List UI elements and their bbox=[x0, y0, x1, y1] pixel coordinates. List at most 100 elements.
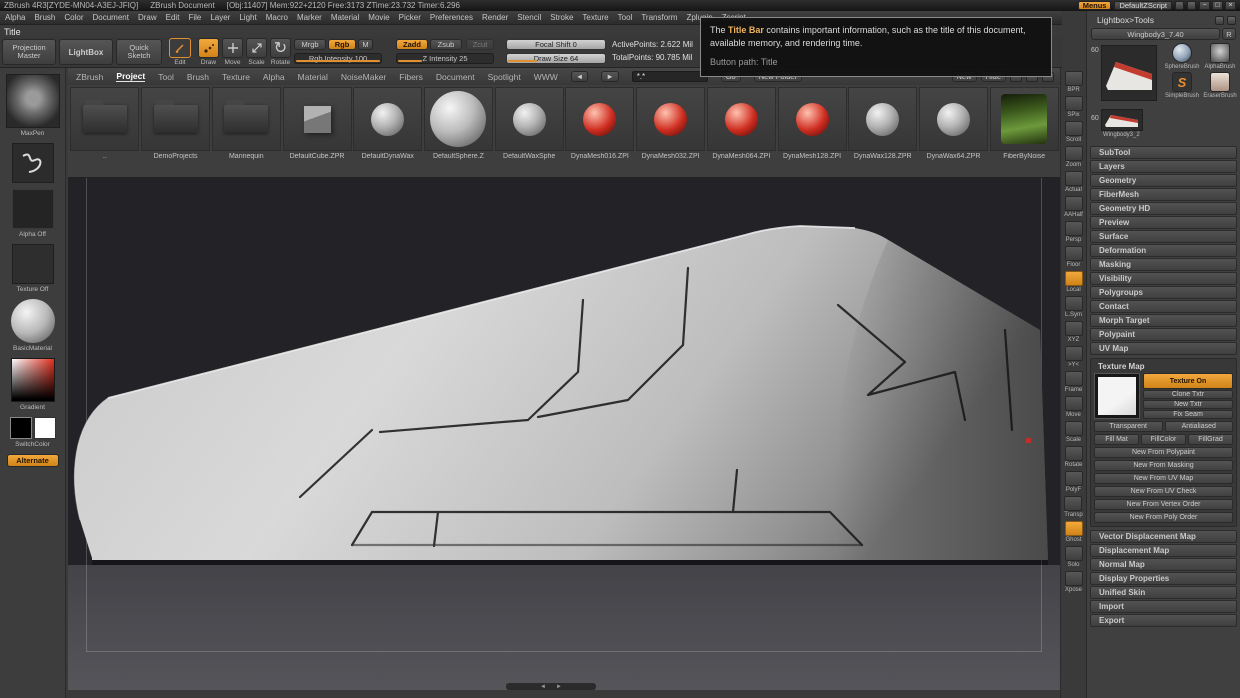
palette-section-header[interactable]: Visibility bbox=[1090, 272, 1237, 285]
current-tool-thumbnail[interactable] bbox=[1101, 45, 1157, 101]
focal-shift-slider[interactable]: Focal Shift 0 bbox=[506, 39, 606, 50]
menu-item[interactable]: Color bbox=[64, 13, 83, 22]
lightbox-item[interactable]: DefaultWaxSphe bbox=[494, 87, 564, 160]
zcut-button[interactable]: Zcut bbox=[466, 39, 494, 50]
menu-item[interactable]: Macro bbox=[266, 13, 288, 22]
lightbox-toggle-button[interactable]: LightBox bbox=[59, 39, 113, 65]
alternate-button[interactable]: Alternate bbox=[6, 454, 59, 467]
texture-toggle-button[interactable]: Transparent bbox=[1094, 421, 1163, 432]
lightbox-item[interactable]: DefaultCube.ZPR bbox=[282, 87, 352, 160]
right-shelf-button[interactable]: Frame bbox=[1064, 371, 1083, 393]
palette-section-header[interactable]: Unified Skin bbox=[1090, 586, 1237, 599]
texture-selector[interactable]: Texture Off bbox=[11, 244, 54, 293]
right-shelf-button[interactable]: Local bbox=[1064, 271, 1083, 293]
menu-item[interactable]: Movie bbox=[368, 13, 389, 22]
new-from-button[interactable]: New From Masking bbox=[1094, 460, 1233, 471]
palette-section-header[interactable]: Contact bbox=[1090, 300, 1237, 313]
new-from-button[interactable]: New From Vertex Order bbox=[1094, 499, 1233, 510]
draw-size-slider[interactable]: Draw Size 64 bbox=[506, 53, 606, 64]
canvas-scrollbar[interactable]: ◄ ► bbox=[506, 683, 596, 690]
quickpick-tool[interactable]: Wingbody3_2 bbox=[1101, 109, 1143, 138]
palette-pin-icon[interactable] bbox=[1227, 15, 1236, 25]
lightbox-item[interactable]: Mannequin bbox=[211, 87, 281, 160]
rgb-intensity-slider[interactable]: Rgb Intensity 100 bbox=[294, 53, 382, 64]
right-shelf-button[interactable]: Zoom bbox=[1064, 146, 1083, 168]
palette-section-header[interactable]: Morph Target bbox=[1090, 314, 1237, 327]
menu-item[interactable]: Document bbox=[93, 13, 129, 22]
window-control-button[interactable]: × bbox=[1225, 1, 1236, 10]
restore-configuration-button[interactable]: R bbox=[1222, 28, 1236, 40]
right-shelf-button[interactable]: Scroll bbox=[1064, 121, 1083, 143]
lightbox-item[interactable]: DynaWax64.ZPR bbox=[918, 87, 989, 160]
z-intensity-slider[interactable]: Z Intensity 25 bbox=[396, 53, 494, 64]
lightbox-item[interactable]: .. bbox=[70, 87, 140, 160]
palette-section-header[interactable]: Polypaint bbox=[1090, 328, 1237, 341]
quickpick-brush[interactable]: AlphaBrush bbox=[1201, 43, 1239, 70]
lightbox-item[interactable]: DefaultDynaWax bbox=[353, 87, 423, 160]
palette-section-header[interactable]: Normal Map bbox=[1090, 558, 1237, 571]
lightbox-item[interactable]: DynaMesh032.ZPI bbox=[636, 87, 706, 160]
menu-item[interactable]: Material bbox=[331, 13, 359, 22]
menu-item[interactable]: File bbox=[188, 13, 201, 22]
lightbox-tab[interactable]: ZBrush bbox=[76, 72, 103, 82]
lightbox-item[interactable]: DynaWax128.ZPR bbox=[848, 87, 918, 160]
palette-section-header[interactable]: Export bbox=[1090, 614, 1237, 627]
window-control-button[interactable]: □ bbox=[1212, 1, 1223, 10]
lightbox-tab[interactable]: Texture bbox=[222, 72, 250, 82]
palette-section-header[interactable]: Surface bbox=[1090, 230, 1237, 243]
right-shelf-button[interactable]: Scale bbox=[1064, 421, 1083, 443]
right-shelf-button[interactable]: >Y< bbox=[1064, 346, 1083, 368]
palette-section-header[interactable]: Displacement Map bbox=[1090, 544, 1237, 557]
texture-on-button[interactable]: Texture On bbox=[1143, 373, 1233, 389]
zadd-button[interactable]: Zadd bbox=[396, 39, 428, 50]
rotate-mode-button[interactable]: ↻ Rotate bbox=[269, 38, 292, 66]
lightbox-item[interactable]: DynaMesh016.ZPI bbox=[565, 87, 635, 160]
lightbox-search-input[interactable] bbox=[631, 71, 708, 82]
new-from-button[interactable]: New From Poly Order bbox=[1094, 512, 1233, 523]
lightbox-item[interactable]: DefaultSphere.Z bbox=[423, 87, 494, 160]
lightbox-tab[interactable]: NoiseMaker bbox=[341, 72, 386, 82]
lightbox-next-icon[interactable]: ► bbox=[601, 71, 619, 82]
lightbox-tab[interactable]: Project bbox=[116, 71, 146, 82]
right-shelf-button[interactable]: L.Sym bbox=[1064, 296, 1083, 318]
switch-color-control[interactable]: SwitchColor bbox=[9, 417, 56, 448]
palette-section-header[interactable]: Deformation bbox=[1090, 244, 1237, 257]
lightbox-prev-icon[interactable]: ◄ bbox=[570, 71, 589, 82]
palette-section-header[interactable]: Masking bbox=[1090, 258, 1237, 271]
right-shelf-button[interactable]: Actual bbox=[1064, 171, 1083, 193]
texture-map-thumbnail[interactable] bbox=[1094, 373, 1140, 419]
menu-item[interactable]: Edit bbox=[166, 13, 180, 22]
right-shelf-button[interactable]: Xpose bbox=[1064, 571, 1083, 593]
current-brush-selector[interactable]: MaxPen bbox=[5, 74, 60, 137]
menus-button[interactable]: Menus bbox=[1077, 1, 1112, 10]
menu-item[interactable]: Picker bbox=[399, 13, 421, 22]
right-shelf-button[interactable]: Transp bbox=[1064, 496, 1083, 518]
palette-section-header[interactable]: SubTool bbox=[1090, 146, 1237, 159]
rgb-button[interactable]: Rgb bbox=[328, 39, 356, 50]
menu-item[interactable]: Stencil bbox=[517, 13, 541, 22]
draw-mode-button[interactable]: Draw bbox=[197, 38, 220, 66]
mrgb-button[interactable]: Mrgb bbox=[294, 39, 326, 50]
palette-menu-icon[interactable] bbox=[1215, 15, 1224, 25]
lightbox-tab[interactable]: Brush bbox=[187, 72, 209, 82]
menu-item[interactable]: Tool bbox=[618, 13, 633, 22]
quickpick-brush[interactable]: EraserBrush bbox=[1201, 72, 1239, 99]
scale-mode-button[interactable]: Scale bbox=[245, 38, 268, 66]
palette-section-header[interactable]: Geometry HD bbox=[1090, 202, 1237, 215]
lightbox-tab[interactable]: Material bbox=[298, 72, 328, 82]
texture-fill-button[interactable]: Fill Mat bbox=[1094, 434, 1139, 445]
menu-item[interactable]: Layer bbox=[210, 13, 230, 22]
alpha-selector[interactable]: Alpha Off bbox=[11, 189, 54, 238]
palette-section-header[interactable]: Geometry bbox=[1090, 174, 1237, 187]
lightbox-tab[interactable]: Fibers bbox=[399, 72, 423, 82]
lightbox-item[interactable]: DynaMesh128.ZPI bbox=[777, 87, 847, 160]
palette-section-header[interactable]: Layers bbox=[1090, 160, 1237, 173]
new-from-button[interactable]: New From UV Map bbox=[1094, 473, 1233, 484]
lightbox-tab[interactable]: Spotlight bbox=[488, 72, 521, 82]
titlebar-icon[interactable] bbox=[1187, 1, 1196, 10]
lightbox-tab[interactable]: Document bbox=[436, 72, 475, 82]
texture-map-button[interactable]: Fix Seam bbox=[1143, 410, 1233, 419]
secondary-color-swatch[interactable] bbox=[33, 417, 56, 439]
menu-item[interactable]: Transform bbox=[641, 13, 677, 22]
texture-fill-button[interactable]: FillGrad bbox=[1188, 434, 1233, 445]
